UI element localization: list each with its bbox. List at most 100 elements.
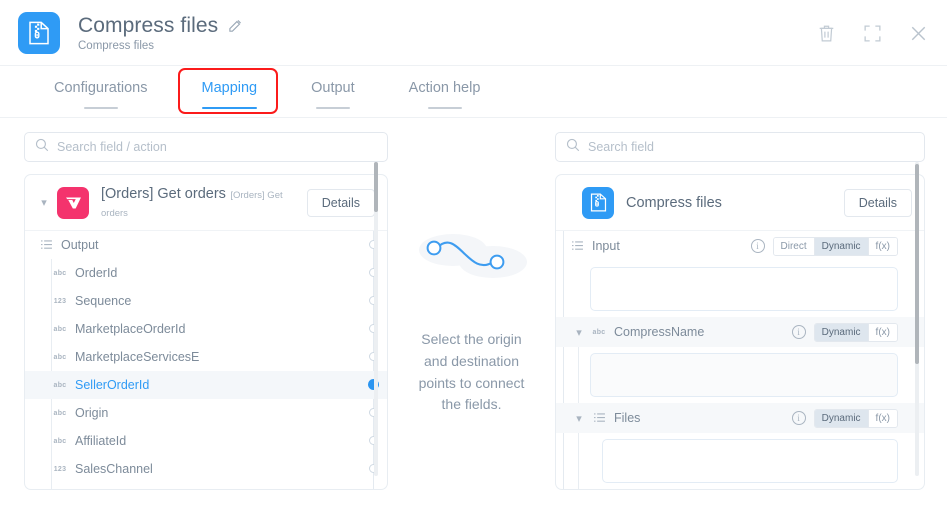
field-label: OrderId [75,266,117,280]
tab-underline [428,107,462,109]
field-label: AffiliateId [75,434,126,448]
chevron-down-icon[interactable]: ▾ [572,326,586,339]
search-input[interactable] [57,140,377,154]
source-field-row[interactable]: 123 Sequence [25,287,387,315]
fullscreen-icon[interactable] [861,22,883,44]
field-label: Sequence [75,294,131,308]
mode-dynamic-option[interactable]: Dynamic [815,410,869,427]
files-dropzone[interactable] [602,439,898,483]
header-titles: Compress files Compress files [78,14,243,52]
tab-bar: Configurations Mapping Output Action hel… [0,66,947,118]
chevron-down-icon[interactable]: ▾ [572,412,586,425]
source-field-row[interactable]: abc OrderId [25,259,387,287]
vtex-logo-icon [57,187,89,219]
type-123-icon: 123 [51,466,69,473]
target-row-input[interactable]: Input i Direct Dynamic f(x) [556,231,924,261]
info-icon[interactable]: i [792,411,806,425]
target-row-files[interactable]: ▾ Files i Dynamic f(x) [556,403,924,433]
trash-icon[interactable] [815,22,837,44]
tab-label: Mapping [202,80,258,96]
mode-direct-option[interactable]: Direct [774,238,815,255]
source-field-row[interactable]: abc MerchantName [25,483,387,490]
search-icon [35,138,49,157]
target-row-compressname[interactable]: ▾ abc CompressName i Dynamic f(x) [556,317,924,347]
tab-configurations[interactable]: Configurations [54,66,148,109]
search-input[interactable] [588,140,914,154]
group-label: Output [61,238,99,252]
edit-pencil-icon[interactable] [228,18,243,33]
target-field-rows: Input i Direct Dynamic f(x) [556,231,924,490]
mode-function-option[interactable]: f(x) [869,238,897,255]
tab-mapping[interactable]: Mapping [202,66,258,109]
target-scrollbar-track[interactable] [915,162,919,476]
source-group-output[interactable]: Output [25,231,387,259]
target-node-header: Compress files Details [556,175,924,231]
target-row-filebase64[interactable]: ▾ abc FileBase64 i Dynamic f(x) [556,489,924,490]
field-label: Files [614,411,792,425]
target-node-title: Compress files [626,195,722,211]
info-icon[interactable]: i [792,325,806,339]
mode-dynamic-option[interactable]: Dynamic [815,238,869,255]
target-scrollbar-thumb[interactable] [915,164,919,364]
field-label: CompressName [614,325,792,339]
source-search[interactable] [24,132,388,162]
tab-output[interactable]: Output [311,66,355,109]
type-abc-icon: abc [590,329,608,336]
source-field-row[interactable]: abc AffiliateId [25,427,387,455]
field-label: MarketplaceServicesE [75,350,199,364]
input-dropzone[interactable] [590,267,898,311]
source-field-row[interactable]: abc MarketplaceServicesE [25,343,387,371]
target-panel: Compress files Details Input [545,118,947,516]
tab-underline [202,107,258,109]
list-icon [37,240,55,250]
source-field-rows: Output abc OrderId 123 Sequence [25,231,387,490]
source-field-row[interactable]: 123 SalesChannel [25,455,387,483]
info-icon[interactable]: i [751,239,765,253]
modal-header: Compress files Compress files [0,0,947,66]
mode-segmented-control: Dynamic f(x) [814,323,898,342]
source-field-row[interactable]: abc Origin [25,399,387,427]
source-node-title: [Orders] Get orders [101,186,226,202]
compressname-dropzone[interactable] [590,353,898,397]
chevron-down-icon[interactable]: ▾ [37,196,51,209]
mode-function-option[interactable]: f(x) [869,410,897,427]
source-field-row-selected[interactable]: abc SellerOrderId [25,371,387,399]
type-abc-icon: abc [51,382,69,389]
list-icon [590,413,608,423]
target-search[interactable] [555,132,925,162]
type-123-icon: 123 [51,298,69,305]
tab-label: Action help [409,80,481,96]
mode-function-option[interactable]: f(x) [869,324,897,341]
page-subtitle: Compress files [78,40,243,52]
field-label: Origin [75,406,108,420]
field-label: MarketplaceOrderId [75,322,185,336]
mapping-body: ▾ [Orders] Get orders [Orders] Get order… [0,118,947,516]
tab-action-help[interactable]: Action help [409,66,481,109]
source-scrollbar-track[interactable] [374,162,378,476]
source-node-texts: [Orders] Get orders [Orders] Get orders [101,185,307,221]
source-scrollbar-thumb[interactable] [374,162,378,212]
type-abc-icon: abc [51,326,69,333]
close-icon[interactable] [907,22,929,44]
compress-files-modal: Compress files Compress files [0,0,947,516]
mode-segmented-control: Direct Dynamic f(x) [773,237,898,256]
source-field-row[interactable]: abc MarketplaceOrderId [25,315,387,343]
source-node-header: ▾ [Orders] Get orders [Orders] Get order… [25,175,387,231]
target-details-button[interactable]: Details [844,189,912,217]
tab-label: Output [311,80,355,96]
source-panel: ▾ [Orders] Get orders [Orders] Get order… [0,118,398,516]
mode-dynamic-option[interactable]: Dynamic [815,324,869,341]
zip-file-icon [18,12,60,54]
mode-segmented-control: Dynamic f(x) [814,409,898,428]
header-actions [815,0,929,66]
tab-underline [84,107,118,109]
type-abc-icon: abc [51,438,69,445]
tab-underline [316,107,350,109]
type-abc-icon: abc [51,354,69,361]
search-icon [566,138,580,157]
empty-state-message: Select the origin and destination points… [413,329,531,416]
list-icon [568,241,586,251]
source-details-button[interactable]: Details [307,189,375,217]
tab-label: Configurations [54,80,148,96]
page-title: Compress files [78,14,218,38]
